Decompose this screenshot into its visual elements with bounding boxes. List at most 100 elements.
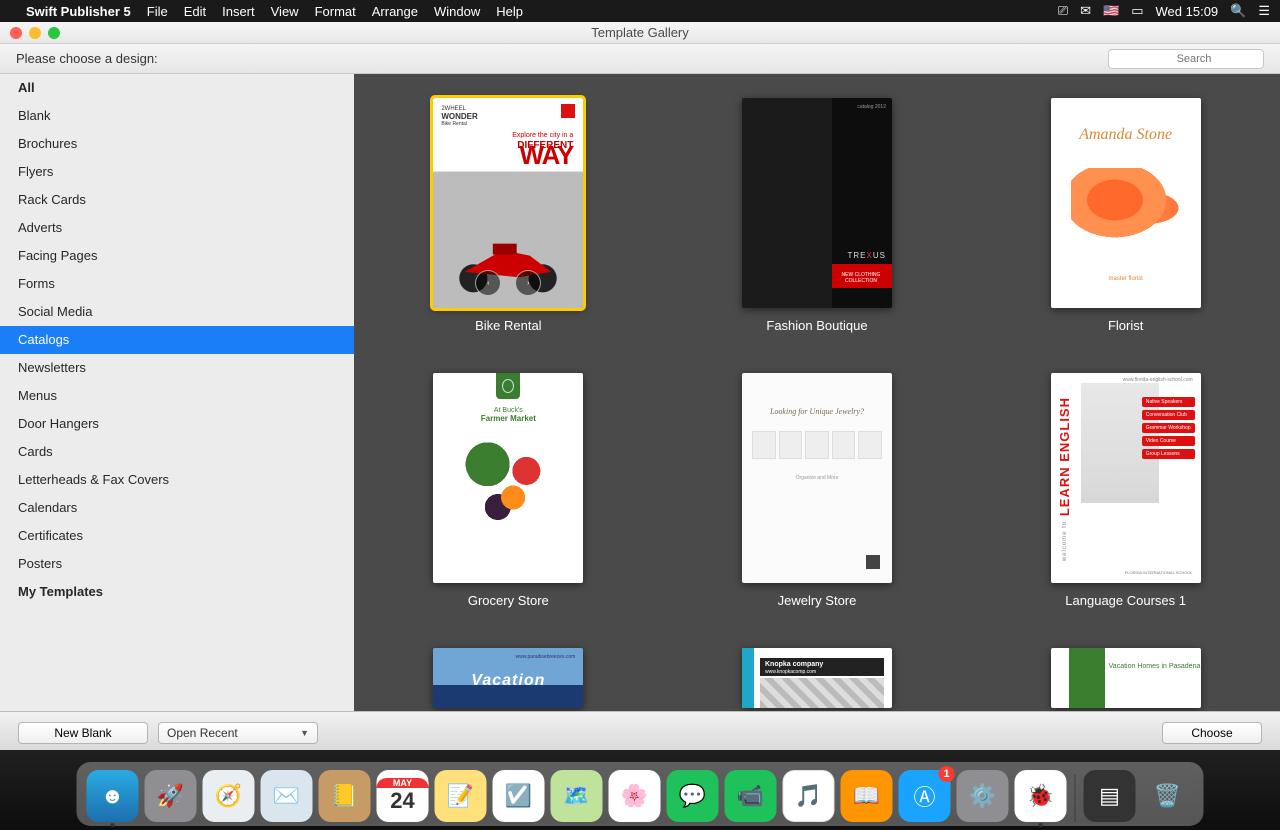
- open-recent-label: Open Recent: [167, 726, 238, 740]
- dock-contacts[interactable]: 📒: [319, 770, 371, 822]
- menu-edit[interactable]: Edit: [184, 4, 206, 19]
- sidebar-item-all[interactable]: All: [0, 74, 354, 102]
- template-card[interactable]: 2WHEELWONDERBike RentalExplore the city …: [433, 98, 583, 333]
- template-card[interactable]: www.florida-english-school.comwelcome to…: [1051, 373, 1201, 608]
- template-label: Bike Rental: [475, 318, 541, 333]
- sidebar-item-certificates[interactable]: Certificates: [0, 522, 354, 550]
- prev-page-icon[interactable]: ‹: [475, 270, 501, 296]
- dock-photos[interactable]: 🌸: [609, 770, 661, 822]
- sidebar-item-facing-pages[interactable]: Facing Pages: [0, 242, 354, 270]
- template-gallery[interactable]: 2WHEELWONDERBike RentalExplore the city …: [354, 74, 1280, 711]
- template-thumb-florist[interactable]: Amanda Stonemaster florist: [1051, 98, 1201, 308]
- gallery-footer: New Blank Open Recent ▼ Choose: [0, 711, 1280, 753]
- dock-notes[interactable]: 📝: [435, 770, 487, 822]
- template-thumb-knopka[interactable]: Knopka companywww.knopkacomp.com: [742, 648, 892, 708]
- sidebar-item-door-hangers[interactable]: Door Hangers: [0, 410, 354, 438]
- template-thumb-jewel[interactable]: Looking for Unique Jewelry?Organize and …: [742, 373, 892, 583]
- dock-safari[interactable]: 🧭: [203, 770, 255, 822]
- dock-reminders[interactable]: ☑️: [493, 770, 545, 822]
- new-blank-button[interactable]: New Blank: [18, 722, 148, 744]
- template-card[interactable]: Amanda Stonemaster florist Florist: [1051, 98, 1201, 333]
- sidebar-item-calendars[interactable]: Calendars: [0, 494, 354, 522]
- template-thumb-grocery[interactable]: At Buck'sFarmer Market: [433, 373, 583, 583]
- template-thumb-bike[interactable]: 2WHEELWONDERBike RentalExplore the city …: [433, 98, 583, 308]
- menu-window[interactable]: Window: [434, 4, 480, 19]
- sidebar-item-adverts[interactable]: Adverts: [0, 214, 354, 242]
- template-thumb-fashion[interactable]: catalog 2012TREXUSNEW CLOTHING COLLECTIO…: [742, 98, 892, 308]
- sidebar-item-forms[interactable]: Forms: [0, 270, 354, 298]
- template-label: Florist: [1108, 318, 1143, 333]
- status-display-icon[interactable]: ▭: [1131, 3, 1143, 19]
- dock-facetime[interactable]: 📹: [725, 770, 777, 822]
- menu-arrange[interactable]: Arrange: [372, 4, 418, 19]
- gallery-toolbar: Please choose a design:: [0, 44, 1280, 74]
- sidebar-item-blank[interactable]: Blank: [0, 102, 354, 130]
- dock-itunes[interactable]: 🎵: [783, 770, 835, 822]
- dock-ibooks[interactable]: 📖: [841, 770, 893, 822]
- dock-separator: [1075, 774, 1076, 822]
- sidebar-item-cards[interactable]: Cards: [0, 438, 354, 466]
- dock-launchpad[interactable]: 🚀: [145, 770, 197, 822]
- template-thumb-vhomes[interactable]: Vacation Homes in Pasadena: [1051, 648, 1201, 708]
- sidebar-item-flyers[interactable]: Flyers: [0, 158, 354, 186]
- sidebar-item-posters[interactable]: Posters: [0, 550, 354, 578]
- sidebar-item-newsletters[interactable]: Newsletters: [0, 354, 354, 382]
- app-menu[interactable]: Swift Publisher 5: [26, 4, 131, 19]
- dock-trash[interactable]: 🗑️: [1142, 770, 1194, 822]
- status-notifications-icon[interactable]: ✉︎: [1080, 3, 1091, 19]
- template-label: Fashion Boutique: [766, 318, 867, 333]
- template-card[interactable]: Vacation Homes in Pasadena: [1051, 648, 1201, 708]
- window-minimize-button[interactable]: [29, 27, 41, 39]
- search-input[interactable]: [1108, 49, 1264, 69]
- open-recent-select[interactable]: Open Recent ▼: [158, 722, 318, 744]
- menu-help[interactable]: Help: [496, 4, 523, 19]
- dock-calendar[interactable]: MAY24: [377, 770, 429, 822]
- template-thumb-lang[interactable]: www.florida-english-school.comwelcome to…: [1051, 373, 1201, 583]
- template-label: Language Courses 1: [1065, 593, 1186, 608]
- dock-mail[interactable]: ✉️: [261, 770, 313, 822]
- choose-button[interactable]: Choose: [1162, 722, 1262, 744]
- choose-design-label: Please choose a design:: [16, 51, 158, 66]
- template-card[interactable]: catalog 2012TREXUSNEW CLOTHING COLLECTIO…: [742, 98, 892, 333]
- window-title: Template Gallery: [591, 25, 689, 40]
- menu-view[interactable]: View: [271, 4, 299, 19]
- window-zoom-button[interactable]: [48, 27, 60, 39]
- sidebar-item-social-media[interactable]: Social Media: [0, 298, 354, 326]
- template-card[interactable]: Knopka companywww.knopkacomp.com: [742, 648, 892, 708]
- template-label: Grocery Store: [468, 593, 549, 608]
- category-sidebar: AllBlankBrochuresFlyersRack CardsAdverts…: [0, 74, 354, 711]
- next-page-icon[interactable]: ›: [515, 270, 541, 296]
- menu-file[interactable]: File: [147, 4, 168, 19]
- macos-menubar: Swift Publisher 5 File Edit Insert View …: [0, 0, 1280, 22]
- dock-recent-document[interactable]: ▤: [1084, 770, 1136, 822]
- dock-maps[interactable]: 🗺️: [551, 770, 603, 822]
- dock-messages[interactable]: 💬: [667, 770, 719, 822]
- control-center-icon[interactable]: ☰: [1258, 3, 1270, 19]
- dock-swift-publisher[interactable]: 🐞: [1015, 770, 1067, 822]
- template-card[interactable]: At Buck'sFarmer Market Grocery Store: [433, 373, 583, 608]
- dock-appstore[interactable]: Ⓐ: [899, 770, 951, 822]
- window-titlebar[interactable]: Template Gallery: [0, 22, 1280, 44]
- window-close-button[interactable]: [10, 27, 22, 39]
- dock-system-preferences[interactable]: ⚙️: [957, 770, 1009, 822]
- menu-insert[interactable]: Insert: [222, 4, 255, 19]
- template-thumb-vac[interactable]: www.paradisebreezes.comVacation: [433, 648, 583, 708]
- sidebar-item-my-templates[interactable]: My Templates: [0, 578, 354, 606]
- spotlight-icon[interactable]: 🔍: [1230, 3, 1246, 19]
- dock: ☻ 🚀 🧭 ✉️ 📒 MAY24 📝 ☑️ 🗺️ 🌸 💬 📹 🎵 📖 Ⓐ ⚙️ …: [77, 762, 1204, 826]
- template-gallery-window: Template Gallery Please choose a design:…: [0, 22, 1280, 753]
- chevron-updown-icon: ▼: [300, 728, 309, 738]
- dock-finder[interactable]: ☻: [87, 770, 139, 822]
- status-flag-icon[interactable]: 🇺🇸: [1103, 3, 1119, 19]
- sidebar-item-rack-cards[interactable]: Rack Cards: [0, 186, 354, 214]
- sidebar-item-letterheads-fax-covers[interactable]: Letterheads & Fax Covers: [0, 466, 354, 494]
- template-card[interactable]: Looking for Unique Jewelry?Organize and …: [742, 373, 892, 608]
- sidebar-item-brochures[interactable]: Brochures: [0, 130, 354, 158]
- template-card[interactable]: www.paradisebreezes.comVacation: [433, 648, 583, 708]
- template-label: Jewelry Store: [778, 593, 857, 608]
- sidebar-item-catalogs[interactable]: Catalogs: [0, 326, 354, 354]
- menu-format[interactable]: Format: [315, 4, 356, 19]
- menubar-clock[interactable]: Wed 15:09: [1156, 4, 1219, 19]
- status-airplay-icon[interactable]: ⎚: [1058, 3, 1068, 19]
- sidebar-item-menus[interactable]: Menus: [0, 382, 354, 410]
